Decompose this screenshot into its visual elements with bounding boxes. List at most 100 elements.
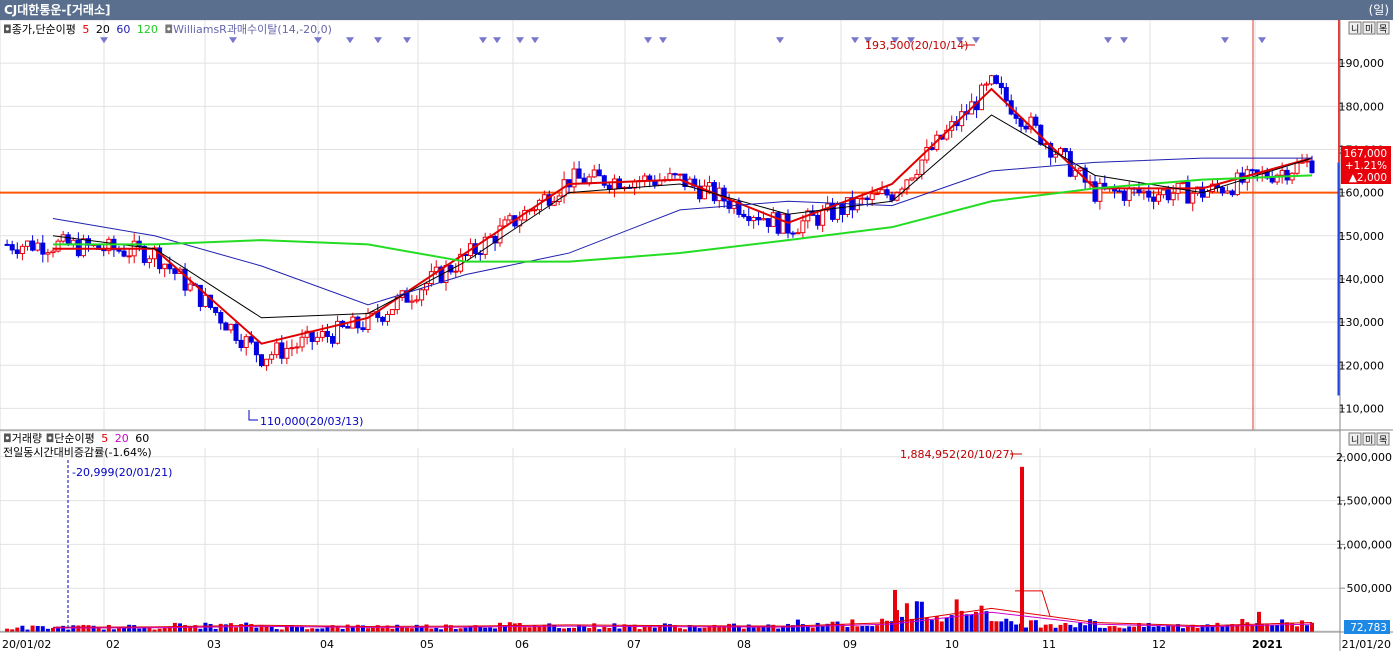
volume-bar [1028, 620, 1033, 632]
volume-bar [964, 614, 969, 632]
candle-body [319, 330, 325, 338]
x-tick-label: 2021 [1252, 638, 1283, 651]
candle-body [820, 209, 826, 226]
volume-bar [20, 625, 25, 632]
candle-body [80, 238, 86, 257]
candle-body [238, 339, 244, 349]
volume-bar [1245, 622, 1250, 632]
volume-bar [984, 611, 989, 632]
volume-panel-buttons[interactable]: 니 미 목 [1348, 432, 1390, 446]
candle-body [9, 244, 15, 251]
candle-body [65, 234, 71, 246]
volume-bar [702, 627, 707, 632]
candle-body [998, 82, 1004, 89]
volume-bar [1151, 626, 1156, 632]
volume-bar [994, 621, 999, 632]
volume-bar [1127, 626, 1132, 632]
candle-body [780, 213, 786, 234]
candle-body [1180, 181, 1186, 184]
legend-box-icon: ◘ [46, 432, 55, 445]
candle-body [1309, 160, 1315, 174]
candle-body [984, 83, 990, 86]
candle-body [294, 346, 300, 349]
volume-bar [1038, 627, 1043, 632]
volume-tick-label: 1,000,000 [1336, 538, 1392, 551]
candle-body [414, 299, 420, 302]
volume-bar [1068, 624, 1073, 632]
price-panel-buttons[interactable]: 니 미 목 [1348, 21, 1390, 35]
max-volume-label: 1,884,952(20/10/27) [900, 448, 1014, 461]
volume-bar [572, 627, 577, 632]
volume-bar [254, 627, 259, 632]
candle-body [385, 314, 390, 322]
volume-bar [1043, 624, 1048, 632]
candle-body [1185, 181, 1191, 204]
x-tick-label: 03 [207, 638, 221, 651]
volume-bar [1097, 627, 1102, 632]
volume-bar [909, 618, 914, 632]
candle-body [1304, 160, 1310, 163]
candle-body [770, 212, 776, 227]
volume-bar [1295, 626, 1300, 632]
legend-vol-label: 거래량 [12, 432, 42, 445]
candle-body [726, 200, 732, 209]
candle-body [330, 335, 335, 344]
volume-bar [218, 623, 223, 632]
volume-bar [405, 627, 409, 632]
candle-body [1146, 190, 1152, 198]
svg-text:목: 목 [1379, 24, 1387, 35]
candle-body [60, 234, 66, 242]
x-tick-label: 21/01/20 [1342, 638, 1391, 651]
candle-body [765, 218, 771, 227]
candle-body [1023, 125, 1029, 130]
volume-bar [208, 623, 213, 632]
candle-body [869, 193, 875, 201]
candle-body [1160, 189, 1166, 196]
volume-bar [537, 626, 542, 632]
volume-bar [147, 627, 152, 632]
price-y-axis: 190,000180,000170,000160,000150,000140,0… [1339, 57, 1385, 415]
volume-bar [1122, 628, 1127, 632]
volume-bar [380, 627, 385, 632]
volume-bar [1078, 622, 1083, 632]
legend-vol-p5: 5 [101, 432, 108, 445]
candle-body [1284, 169, 1290, 181]
candle-body [233, 323, 239, 341]
price-tick-label: 160,000 [1339, 187, 1385, 200]
volume-bar [899, 616, 904, 632]
volume-bar [370, 627, 375, 632]
x-tick-label: 11 [1042, 638, 1056, 651]
candle-body [1116, 190, 1122, 193]
chart-window: CJ대한통운-[거래소] (일) ◘종가,단순이평 5 20 60 120 ◘W… [0, 0, 1393, 651]
volume-bar [697, 628, 702, 632]
candle-body [324, 330, 330, 337]
volume-bar [904, 603, 909, 632]
volume-bar [289, 625, 294, 632]
candle-body [299, 336, 305, 348]
candle-body [751, 216, 757, 222]
candle-body [1092, 181, 1098, 202]
volume-bar [855, 626, 860, 632]
current-volume-box: 72,783 [1344, 620, 1390, 634]
volume-bar [162, 627, 167, 632]
volume-bar [562, 628, 567, 632]
x-axis: 20/01/02 02 03 04 05 06 07 08 09 10 11 12 2021 21/01/… [2, 638, 1391, 651]
candle-body [1097, 182, 1103, 202]
volume-bar [1305, 625, 1310, 632]
candle-body [1077, 167, 1083, 171]
chart-canvas[interactable]: ◘종가,단순이평 5 20 60 120 ◘WilliamsR과매수이탈(14,… [0, 20, 1393, 651]
candle-body [213, 306, 219, 313]
volume-bar [434, 627, 439, 632]
price-legend: ◘종가,단순이평 5 20 60 120 ◘WilliamsR과매수이탈(14,… [3, 23, 332, 36]
volume-bar [71, 625, 76, 632]
candle-body [45, 252, 51, 255]
volume-bar [264, 626, 269, 632]
svg-text:니: 니 [1351, 24, 1359, 35]
volume-bar [527, 627, 532, 632]
svg-text:니: 니 [1351, 435, 1359, 446]
volume-bar [1102, 627, 1107, 632]
candle-body [746, 216, 752, 222]
candle-body [121, 250, 127, 257]
candle-body [1204, 191, 1210, 198]
volume-bar [295, 626, 299, 632]
